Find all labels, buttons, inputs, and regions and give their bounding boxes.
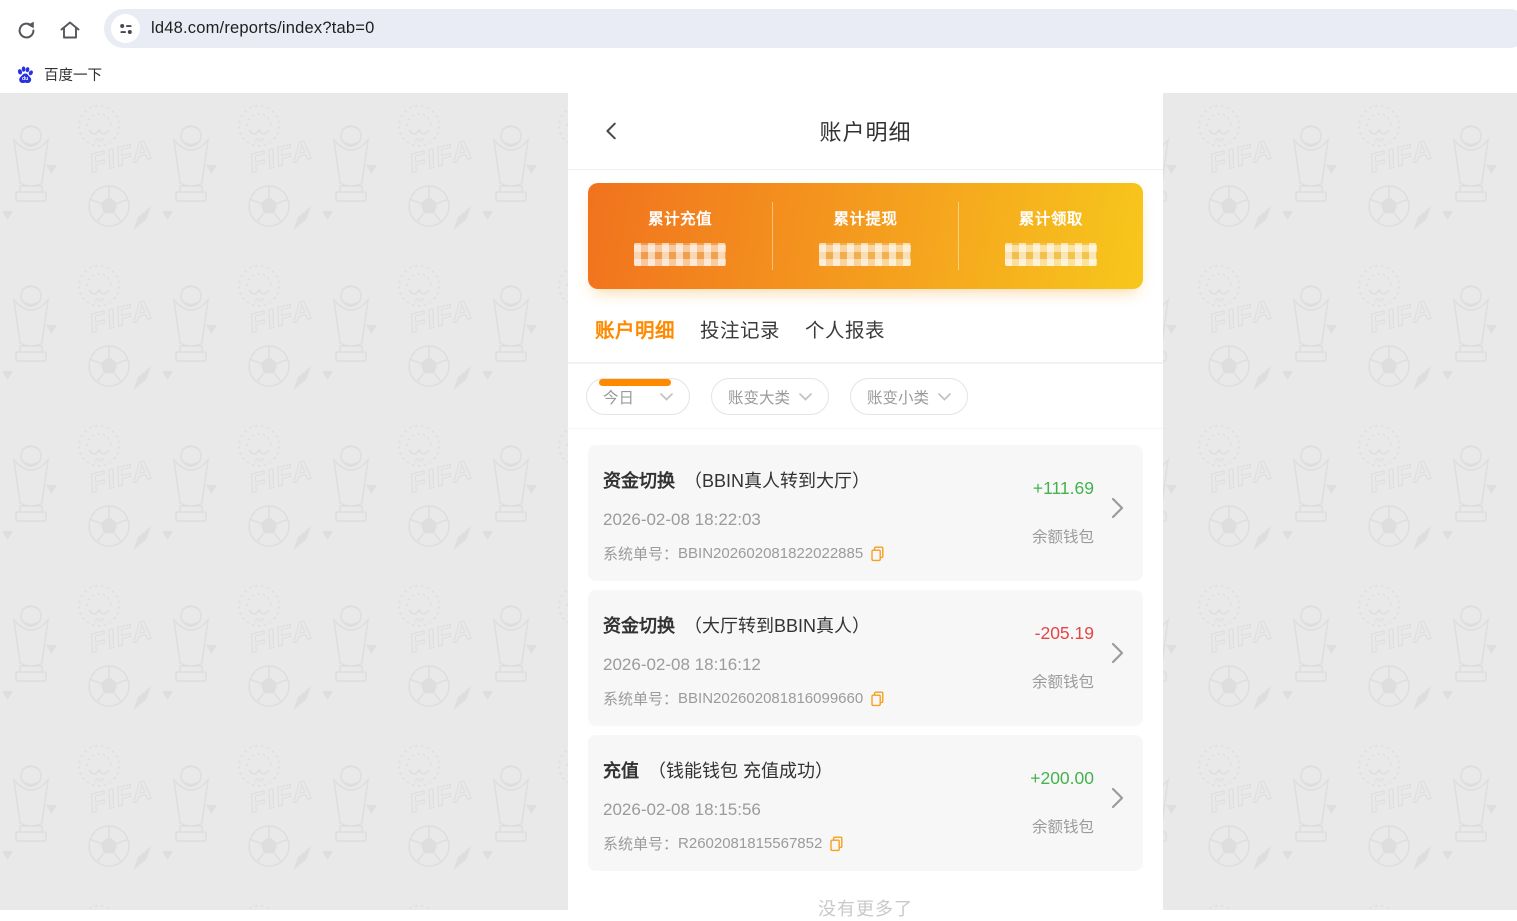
url-bar[interactable]: ld48.com/reports/index?tab=0 (104, 9, 1517, 48)
txn-type: 资金切换 (603, 471, 675, 491)
page-background: FIFA 账户明细 (0, 93, 1517, 910)
site-settings-icon[interactable] (111, 14, 140, 43)
masked-value (1005, 243, 1097, 266)
panel-header: 账户明细 (568, 93, 1163, 170)
bookmark-baidu[interactable]: 百度一下 (44, 64, 102, 85)
account-detail-panel: 账户明细 累计充值 累计提现 累计领取 账户明细 投注记录 个人报表 (568, 93, 1163, 910)
txn-amount: +111.69 (1033, 478, 1094, 499)
chevron-right-icon (1111, 642, 1124, 669)
txn-type: 资金切换 (603, 616, 675, 636)
transaction-row[interactable]: 资金切换（大厅转到BBIN真人） 2026-02-08 18:16:12 系统单… (588, 590, 1143, 726)
filter-label: 账变大类 (728, 386, 790, 408)
txn-desc: （BBIN真人转到大厅） (684, 471, 870, 491)
txn-order-no: R2602081815567852 (678, 835, 822, 852)
chevron-right-icon (1111, 497, 1124, 524)
baidu-favicon: du (15, 65, 35, 85)
copy-icon[interactable] (829, 836, 844, 852)
filter-label: 今日 (603, 386, 634, 408)
home-icon[interactable] (57, 17, 83, 43)
no-more-text: 没有更多了 (568, 895, 1163, 921)
chevron-down-icon (938, 393, 951, 401)
txn-wallet: 余额钱包 (1032, 670, 1094, 692)
copy-icon[interactable] (870, 691, 885, 707)
txn-order-label: 系统单号： (603, 688, 678, 709)
transaction-row[interactable]: 充值（钱能钱包 充值成功） 2026-02-08 18:15:56 系统单号： … (588, 735, 1143, 871)
txn-desc: （钱能钱包 充值成功） (648, 761, 833, 781)
txn-order-label: 系统单号： (603, 833, 678, 854)
tab-personal-report[interactable]: 个人报表 (805, 314, 885, 362)
filter-major-type-dropdown[interactable]: 账变大类 (711, 378, 829, 415)
chevron-right-icon (1111, 787, 1124, 814)
chevron-down-icon (660, 393, 673, 401)
masked-value (634, 243, 726, 266)
chevron-down-icon (799, 393, 812, 401)
txn-wallet: 余额钱包 (1032, 815, 1094, 837)
txn-desc: （大厅转到BBIN真人） (684, 616, 870, 636)
reload-icon[interactable] (13, 17, 39, 43)
browser-toolbar: ld48.com/reports/index?tab=0 (0, 0, 1517, 56)
tab-bet-records[interactable]: 投注记录 (700, 314, 780, 362)
filter-label: 账变小类 (867, 386, 929, 408)
stat-label: 累计充值 (588, 207, 772, 229)
stat-total-deposit: 累计充值 (588, 207, 772, 266)
txn-order-no: BBIN202602081816099660 (678, 690, 863, 707)
summary-card: 累计充值 累计提现 累计领取 (588, 183, 1143, 289)
txn-wallet: 余额钱包 (1032, 525, 1094, 547)
transaction-list: 资金切换（BBIN真人转到大厅） 2026-02-08 18:22:03 系统单… (568, 429, 1163, 871)
stat-label: 累计提现 (773, 207, 957, 229)
tab-bar: 账户明细 投注记录 个人报表 (568, 314, 1163, 364)
masked-value (819, 243, 911, 266)
txn-order-no: BBIN202602081822022885 (678, 545, 863, 562)
txn-type: 充值 (603, 761, 639, 781)
filter-minor-type-dropdown[interactable]: 账变小类 (850, 378, 968, 415)
txn-amount: +200.00 (1030, 768, 1094, 789)
filter-bar: 今日 账变大类 账变小类 (568, 364, 1163, 429)
txn-order-label: 系统单号： (603, 543, 678, 564)
tab-account-detail[interactable]: 账户明细 (595, 314, 675, 362)
copy-icon[interactable] (870, 546, 885, 562)
txn-amount: -205.19 (1035, 623, 1094, 644)
transaction-row[interactable]: 资金切换（BBIN真人转到大厅） 2026-02-08 18:22:03 系统单… (588, 445, 1143, 581)
stat-total-withdraw: 累计提现 (773, 207, 957, 266)
stat-label: 累计领取 (959, 207, 1143, 229)
back-icon[interactable] (598, 117, 626, 145)
svg-text:du: du (22, 76, 28, 82)
stat-total-claim: 累计领取 (959, 207, 1143, 266)
page-title: 账户明细 (819, 115, 911, 147)
bookmarks-bar: du 百度一下 (0, 56, 1517, 93)
url-text[interactable]: ld48.com/reports/index?tab=0 (151, 19, 374, 38)
